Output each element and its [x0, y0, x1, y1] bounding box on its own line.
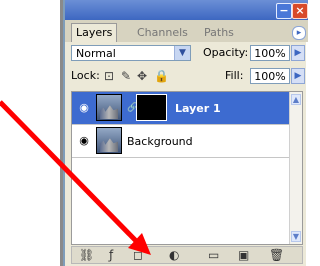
fill-stepper-icon[interactable]: ▶ — [291, 68, 305, 84]
blend-mode-select[interactable]: Normal ▼ — [71, 45, 191, 61]
panel-titlebar: − × — [65, 0, 308, 20]
layer-name[interactable]: Layer 1 — [175, 102, 221, 115]
adjustment-layer-icon[interactable]: ◐ — [169, 248, 179, 262]
lock-brush-icon[interactable]: ✎ — [121, 69, 131, 83]
opacity-label: Opacity: — [203, 46, 249, 59]
add-mask-icon[interactable]: ◻ — [133, 248, 143, 262]
layer-thumbnail[interactable] — [96, 94, 122, 121]
eye-icon[interactable]: ◉ — [75, 101, 93, 115]
new-layer-icon[interactable]: ▣ — [238, 248, 249, 262]
lock-fill-row: Lock: ⊡ ✎ ✥ 🔒 Fill: 100% ▶ — [65, 66, 308, 88]
fill-label: Fill: — [225, 69, 244, 82]
layers-panel: − × Layers Channels Paths ▸ Normal ▼ Opa… — [63, 0, 308, 266]
layer-style-icon[interactable]: ƒ — [109, 248, 113, 262]
tab-layers[interactable]: Layers — [71, 23, 118, 42]
layers-list: ◉ 🔗 Layer 1 ◉ Background ▲ ▼ — [71, 91, 303, 245]
tab-channels[interactable]: Channels — [133, 24, 192, 42]
layer-row[interactable]: ◉ Background — [72, 125, 290, 158]
chevron-down-icon[interactable]: ▼ — [174, 46, 190, 60]
layer-name[interactable]: Background — [127, 135, 193, 148]
layer-thumbnail[interactable] — [96, 127, 122, 154]
opacity-input[interactable]: 100% — [250, 45, 290, 61]
layer-mask-thumbnail[interactable] — [136, 94, 167, 121]
panel-tabs: Layers Channels Paths ▸ — [65, 20, 308, 42]
lock-all-icon[interactable]: 🔒 — [154, 69, 169, 83]
new-group-icon[interactable]: ▭ — [208, 248, 219, 262]
eye-icon[interactable]: ◉ — [75, 134, 93, 148]
lock-move-icon[interactable]: ✥ — [137, 69, 147, 83]
close-button[interactable]: × — [292, 3, 308, 19]
layer-row[interactable]: ◉ 🔗 Layer 1 — [72, 92, 290, 125]
tab-paths[interactable]: Paths — [200, 24, 238, 42]
blend-options-row: Normal ▼ Opacity: 100% ▶ — [65, 43, 308, 65]
minimize-button[interactable]: − — [276, 3, 292, 19]
layers-footer-toolbar: ⛓ ƒ ◻ ◐ ▭ ▣ 🗑 — [71, 246, 303, 264]
lock-label: Lock: — [71, 69, 100, 82]
link-layers-icon[interactable]: ⛓ — [79, 248, 94, 262]
panel-menu-icon[interactable]: ▸ — [292, 26, 306, 40]
lock-transparent-icon[interactable]: ⊡ — [104, 69, 114, 83]
scroll-up-icon[interactable]: ▲ — [291, 94, 301, 105]
opacity-stepper-icon[interactable]: ▶ — [291, 45, 305, 61]
scroll-down-icon[interactable]: ▼ — [291, 231, 301, 242]
fill-input[interactable]: 100% — [250, 68, 290, 84]
blend-mode-value: Normal — [76, 47, 116, 60]
delete-layer-icon[interactable]: 🗑 — [269, 248, 284, 262]
layers-scrollbar[interactable]: ▲ ▼ — [289, 92, 302, 244]
